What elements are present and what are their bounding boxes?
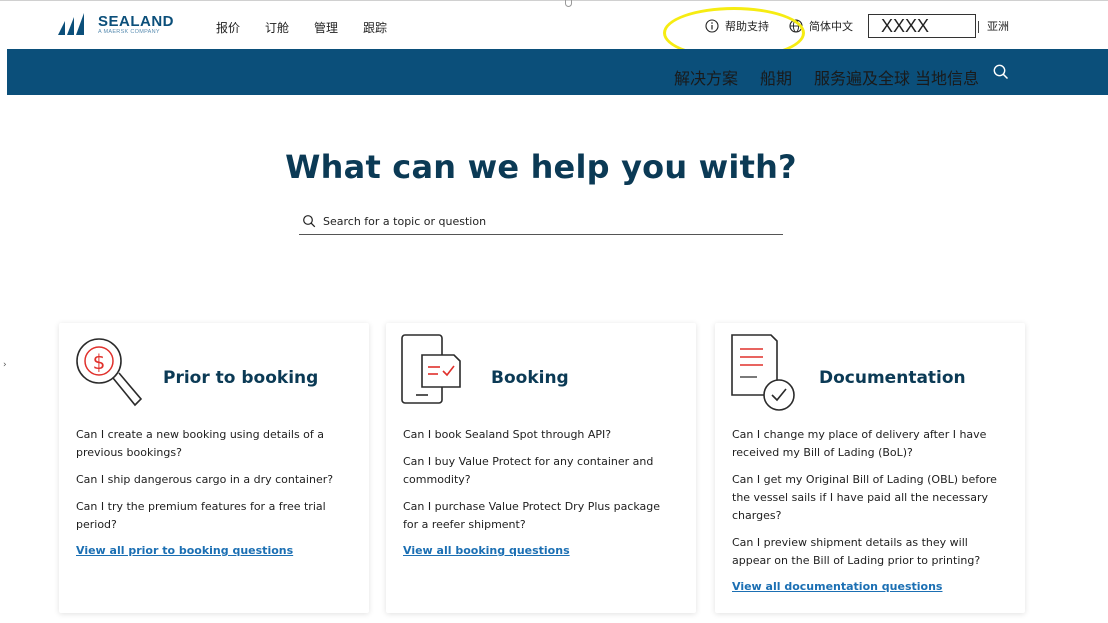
redacted-box: XXXX — [868, 14, 976, 38]
search-icon[interactable] — [992, 63, 1010, 81]
nav-book[interactable]: 订舱 — [265, 19, 289, 36]
document-check-icon — [731, 334, 795, 411]
view-all-link[interactable]: View all prior to booking questions — [76, 544, 293, 557]
page-title: What can we help you with? — [285, 148, 797, 186]
info-icon — [705, 19, 719, 33]
sails-logo-icon — [58, 13, 84, 35]
help-support-link[interactable]: 帮助支持 — [705, 18, 769, 34]
card-booking: Booking Can I book Sealand Spot through … — [386, 323, 696, 613]
brand-name: SEALAND — [98, 13, 175, 31]
nav-schedules[interactable]: 船期 — [760, 65, 792, 89]
window-notch — [565, 0, 572, 7]
dollar-magnifier-icon: $ — [76, 338, 143, 407]
help-search-input[interactable] — [323, 214, 763, 228]
brand-tagline: A MAERSK COMPANY — [98, 29, 160, 36]
card-documentation: Documentation Can I change my place of d… — [715, 323, 1025, 613]
nav-track[interactable]: 跟踪 — [363, 19, 387, 36]
region-label: 亚洲 — [987, 20, 1009, 33]
language-label: 简体中文 — [809, 20, 853, 33]
card-title: Documentation — [819, 368, 966, 388]
globe-icon — [789, 19, 803, 33]
nav-manage[interactable]: 管理 — [314, 19, 338, 36]
faq-question[interactable]: Can I try the premium features for a fre… — [76, 498, 351, 534]
faq-question[interactable]: Can I buy Value Protect for any containe… — [403, 453, 678, 489]
faq-question[interactable]: Can I preview shipment details as they w… — [732, 534, 1007, 570]
nav-global-services[interactable]: 服务遍及全球 — [814, 65, 910, 89]
nav-quote[interactable]: 报价 — [216, 19, 240, 36]
top-bar: SEALAND A MAERSK COMPANY 报价 订舱 管理 跟踪 帮助支… — [0, 0, 1108, 59]
faq-question[interactable]: Can I purchase Value Protect Dry Plus pa… — [403, 498, 678, 534]
svg-text:$: $ — [93, 350, 106, 374]
card-title: Prior to booking — [163, 368, 319, 388]
top-nav: 报价 订舱 管理 跟踪 — [216, 19, 412, 36]
view-all-link[interactable]: View all booking questions — [403, 544, 570, 557]
region-selector[interactable]: 亚洲 — [987, 18, 1009, 34]
card-prior-to-booking: $ Prior to booking Can I create a new bo… — [59, 323, 369, 613]
tablet-check-icon — [401, 334, 461, 404]
help-search-bar — [299, 208, 783, 235]
main-nav-bar: 解决方案 船期 服务遍及全球 当地信息 — [7, 49, 1108, 95]
help-support-label: 帮助支持 — [725, 20, 769, 33]
faq-question[interactable]: Can I change my place of delivery after … — [732, 426, 1007, 462]
nav-local-info[interactable]: 当地信息 — [915, 65, 979, 89]
language-selector[interactable]: 简体中文 — [789, 18, 853, 34]
edge-marker: › — [3, 360, 7, 370]
faq-question[interactable]: Can I book Sealand Spot through API? — [403, 426, 678, 444]
faq-question[interactable]: Can I create a new booking using details… — [76, 426, 351, 462]
view-all-link[interactable]: View all documentation questions — [732, 580, 942, 593]
faq-question[interactable]: Can I get my Original Bill of Lading (OB… — [732, 471, 1007, 525]
nav-solutions[interactable]: 解决方案 — [674, 65, 738, 89]
sealand-logo[interactable]: SEALAND A MAERSK COMPANY — [56, 13, 174, 37]
card-title: Booking — [491, 368, 569, 388]
faq-question[interactable]: Can I ship dangerous cargo in a dry cont… — [76, 471, 351, 489]
search-icon — [303, 215, 316, 228]
divider — [978, 21, 979, 33]
